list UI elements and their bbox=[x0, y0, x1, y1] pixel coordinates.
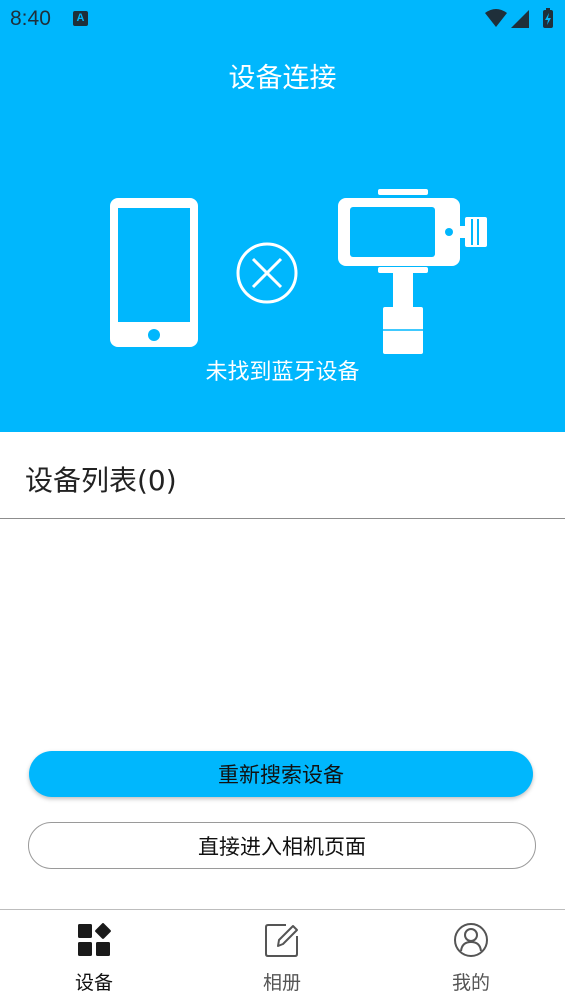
rescan-button[interactable]: 重新搜索设备 bbox=[29, 751, 533, 797]
tab-profile[interactable]: 我的 bbox=[377, 910, 565, 1004]
device-list-title: 设备列表(0) bbox=[25, 464, 177, 497]
tab-devices-label: 设备 bbox=[74, 972, 113, 994]
enter-camera-button[interactable]: 直接进入相机页面 bbox=[28, 822, 536, 869]
tab-profile-label: 我的 bbox=[451, 972, 490, 994]
tab-album-label: 相册 bbox=[262, 972, 301, 994]
bottom-tab-bar: 设备 相册 我的 bbox=[0, 909, 565, 1004]
wifi-icon bbox=[485, 9, 507, 27]
connection-illustration bbox=[110, 189, 487, 354]
tab-devices[interactable]: 设备 bbox=[0, 910, 188, 1004]
connection-status-text: 未找到蓝牙设备 bbox=[205, 360, 360, 385]
status-time: 8:40 bbox=[10, 7, 51, 30]
grid-icon bbox=[78, 923, 111, 956]
header-banner: 8:40 A 设备连接 未找到蓝牙设备 bbox=[0, 0, 565, 432]
tab-album[interactable]: 相册 bbox=[188, 910, 376, 1004]
device-list-header: 设备列表(0) bbox=[0, 432, 565, 519]
page-title: 设备连接 bbox=[228, 63, 337, 94]
phone-icon bbox=[110, 198, 198, 347]
status-icons bbox=[485, 8, 553, 28]
disconnected-icon bbox=[236, 242, 298, 304]
device-list bbox=[0, 520, 565, 740]
status-bar: 8:40 A bbox=[0, 0, 565, 38]
gimbal-icon bbox=[338, 189, 487, 354]
user-icon bbox=[454, 923, 488, 957]
notification-icon: A bbox=[73, 11, 88, 26]
edit-icon bbox=[265, 924, 298, 957]
signal-icon bbox=[511, 10, 529, 28]
